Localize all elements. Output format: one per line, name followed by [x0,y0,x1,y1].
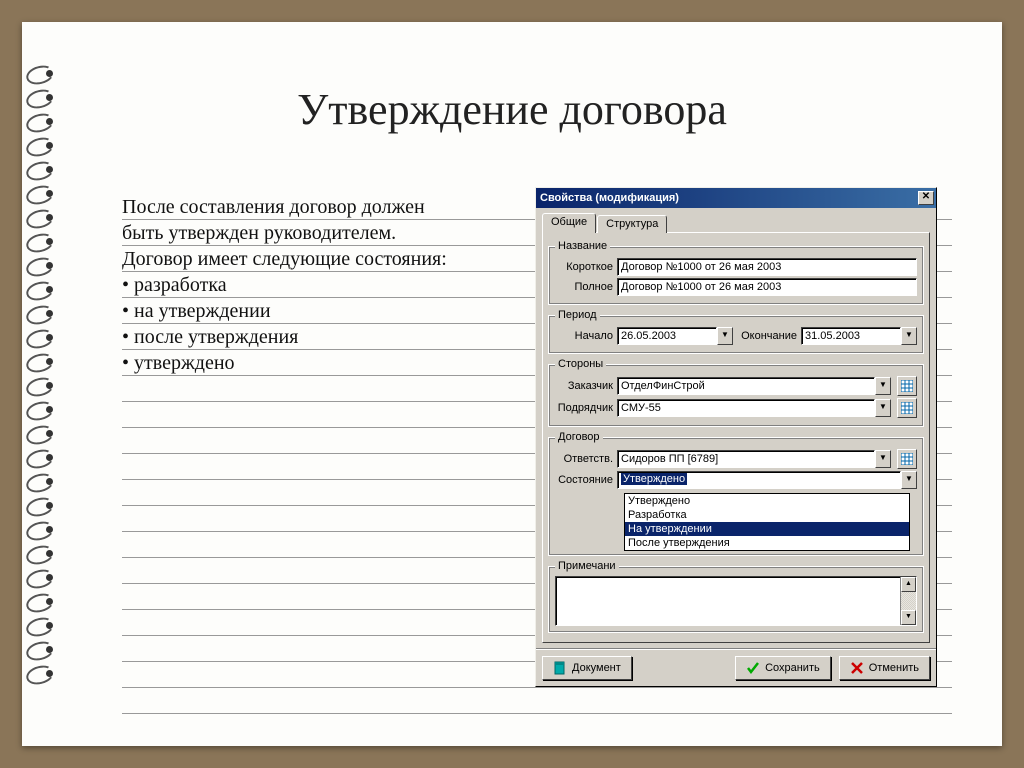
input-responsible[interactable] [617,450,875,468]
group-note: Примечани ▲ ▼ [548,560,924,633]
state-options-list: Утверждено Разработка На утверждении Пос… [624,493,910,551]
dropdown-state[interactable]: ▼ [901,471,917,489]
label-end: Окончание [737,330,797,342]
scrollbar[interactable]: ▲ ▼ [900,577,916,625]
label-start: Начало [555,330,613,342]
label-full-name: Полное [555,281,613,293]
group-name-legend: Название [555,240,610,252]
dropdown-customer[interactable]: ▼ [875,377,891,395]
grid-icon [901,380,913,392]
dropdown-start-date[interactable]: ▼ [717,327,733,345]
input-short-name[interactable] [617,258,917,276]
dropdown-contractor[interactable]: ▼ [875,399,891,417]
tab-general[interactable]: Общие [542,213,596,233]
dropdown-end-date[interactable]: ▼ [901,327,917,345]
group-contract-legend: Договор [555,431,603,443]
scroll-down-icon[interactable]: ▼ [901,610,916,625]
cancel-button[interactable]: Отменить [839,656,930,680]
input-start-date[interactable] [617,327,717,345]
properties-dialog: Свойства (модификация) ✕ Общие Структура… [535,187,937,687]
lookup-contractor-button[interactable] [897,398,917,418]
label-customer: Заказчик [555,380,613,392]
grid-icon [901,402,913,414]
group-parties-legend: Стороны [555,358,606,370]
group-contract: Договор Ответств. ▼ Сос [548,431,924,556]
input-end-date[interactable] [801,327,901,345]
label-contractor: Подрядчик [555,402,613,414]
document-button[interactable]: Документ [542,656,632,680]
group-name: Название Короткое Полное [548,240,924,305]
slide: Утверждение договора После составления д… [22,22,1002,746]
lookup-responsible-button[interactable] [897,449,917,469]
label-short-name: Короткое [555,261,613,273]
state-option[interactable]: После утверждения [625,536,909,550]
dialog-title: Свойства (модификация) [540,192,679,204]
scroll-up-icon[interactable]: ▲ [901,577,916,592]
document-icon [553,661,567,675]
dropdown-responsible[interactable]: ▼ [875,450,891,468]
state-option[interactable]: На утверждении [625,522,909,536]
group-note-legend: Примечани [555,560,619,572]
cross-icon [850,661,864,675]
check-icon [746,661,760,675]
label-state: Состояние [555,474,613,486]
tab-structure[interactable]: Структура [597,215,667,233]
group-parties: Стороны Заказчик ▼ Подр [548,358,924,427]
group-period-legend: Период [555,309,600,321]
group-period: Период Начало ▼ Окончание ▼ [548,309,924,354]
state-option[interactable]: Утверждено [625,494,909,508]
close-button[interactable]: ✕ [918,191,934,205]
select-state[interactable]: Утверждено [617,471,901,489]
lookup-customer-button[interactable] [897,376,917,396]
save-button[interactable]: Сохранить [735,656,831,680]
page-title: Утверждение договора [22,84,1002,135]
state-option[interactable]: Разработка [625,508,909,522]
input-contractor[interactable] [617,399,875,417]
textarea-note[interactable]: ▲ ▼ [555,576,917,626]
dialog-titlebar[interactable]: Свойства (модификация) ✕ [536,188,936,208]
grid-icon [901,453,913,465]
label-responsible: Ответств. [555,453,613,465]
input-customer[interactable] [617,377,875,395]
input-full-name[interactable] [617,278,917,296]
spiral-binding [16,62,66,686]
body-text: После составления договор должен быть ут… [122,194,542,376]
